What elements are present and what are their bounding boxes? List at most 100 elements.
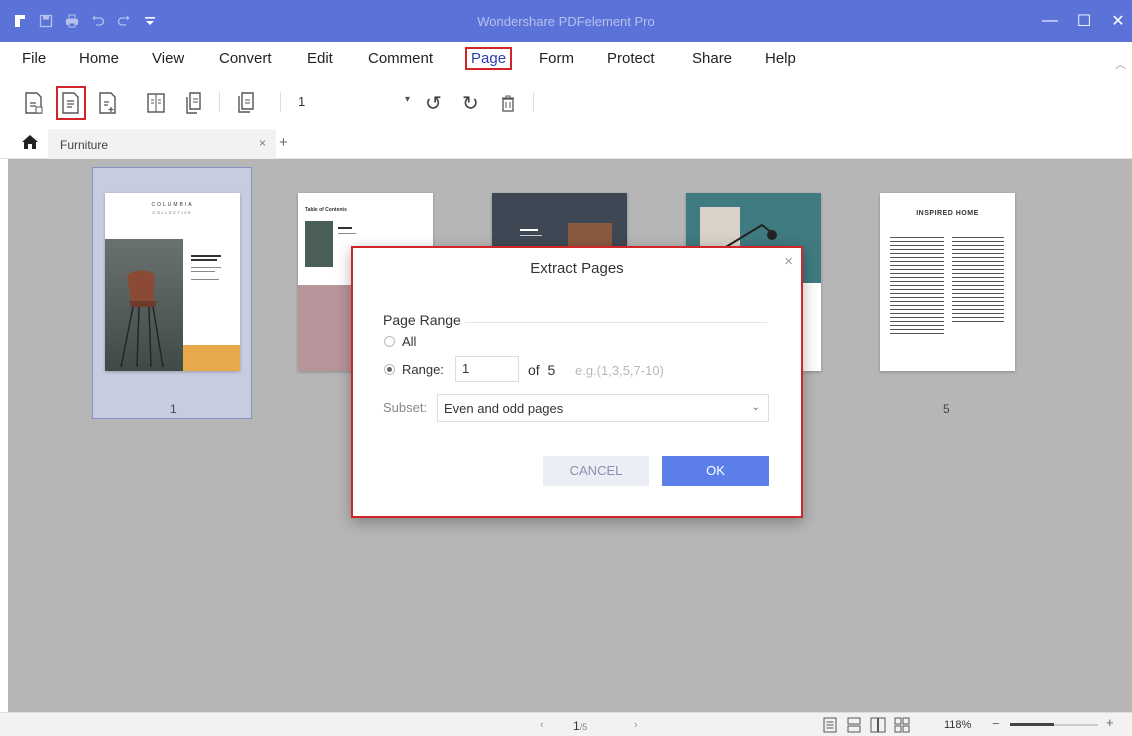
replace-page-icon[interactable] — [184, 91, 204, 115]
radio-range-label: Range: — [402, 362, 444, 377]
thumbnail-text-column — [890, 237, 944, 335]
app-logo-icon[interactable] — [12, 13, 28, 29]
thumbnail-text-line — [520, 235, 542, 236]
rotate-right-icon[interactable]: ↻ — [462, 91, 479, 116]
thumbnail-text-line — [191, 259, 217, 261]
subset-dropdown[interactable]: Even and odd pages ⌄ — [437, 394, 769, 422]
thumbnail-text-line — [191, 279, 219, 280]
thumbnail-subtitle: COLLECTIVE — [152, 210, 193, 215]
print-icon[interactable] — [64, 13, 80, 29]
menu-bar: File Home View Convert Edit Comment Page… — [0, 42, 1132, 78]
thumbnail-text-line — [338, 233, 356, 234]
undo-icon[interactable] — [90, 13, 106, 29]
thumbnail-text-line — [191, 267, 221, 268]
quick-access-toolbar — [0, 0, 158, 42]
extract-page-icon[interactable] — [56, 86, 86, 120]
thumbnail-text-line — [520, 229, 538, 231]
menu-file[interactable]: File — [22, 50, 46, 67]
dialog-title: Extract Pages — [530, 260, 624, 277]
total-pages: 5 — [547, 362, 556, 378]
extract-pages-dialog: Extract Pages × Page Range All Range: 1 … — [351, 246, 803, 518]
section-divider — [465, 322, 767, 323]
close-tab-icon[interactable]: × — [259, 136, 266, 150]
menu-form[interactable]: Form — [539, 50, 574, 67]
title-bar: Wondershare PDFelement Pro — ☐ ✕ — [0, 0, 1132, 42]
collapse-ribbon-icon[interactable]: ︿ — [1115, 56, 1126, 72]
of-total-label: of 5 — [528, 362, 555, 378]
menu-share[interactable]: Share — [692, 50, 732, 67]
menu-page[interactable]: Page — [465, 47, 513, 70]
save-icon[interactable] — [38, 13, 54, 29]
menu-home[interactable]: Home — [79, 50, 119, 67]
toolbar-separator — [533, 92, 534, 112]
delete-page-icon[interactable] — [498, 91, 514, 115]
single-page-view-icon[interactable] — [822, 717, 838, 733]
thumbnail-text-column — [952, 237, 1004, 323]
radio-all[interactable] — [384, 336, 395, 347]
rotate-left-icon[interactable]: ↺ — [425, 91, 442, 116]
next-page-icon[interactable]: › — [634, 719, 638, 731]
menu-edit[interactable]: Edit — [307, 50, 333, 67]
add-tab-icon[interactable]: + — [279, 134, 288, 151]
page-total: /5 — [579, 722, 588, 732]
window-controls: — ☐ ✕ — [1042, 0, 1126, 42]
subset-label: Subset: — [383, 400, 428, 415]
two-page-view-icon[interactable] — [870, 717, 886, 733]
page-indicator[interactable]: 1/5 — [573, 719, 587, 733]
tab-furniture[interactable]: Furniture × — [48, 129, 276, 159]
window-title: Wondershare PDFelement Pro — [477, 13, 655, 29]
zoom-in-button[interactable]: + — [1106, 715, 1114, 730]
chevron-down-icon: ⌄ — [751, 402, 760, 413]
thumbnail-view-icon[interactable] — [894, 717, 910, 733]
crop-page-icon[interactable] — [236, 91, 256, 115]
redo-icon[interactable] — [116, 13, 132, 29]
split-page-icon[interactable] — [146, 91, 166, 115]
thumbnail-title: COLUMBIA — [151, 202, 194, 208]
menu-convert[interactable]: Convert — [219, 50, 272, 67]
minimize-icon[interactable]: — — [1042, 12, 1058, 30]
page-toolbar: 1 ▾ ↺ ↻ — [0, 78, 1132, 126]
cancel-button[interactable]: CANCEL — [543, 456, 649, 486]
toolbar-separator — [280, 92, 281, 112]
app-window: Wondershare PDFelement Pro — ☐ ✕ File Ho… — [0, 0, 1132, 736]
maximize-icon[interactable]: ☐ — [1076, 11, 1092, 31]
accent-block — [183, 345, 240, 371]
dialog-close-icon[interactable]: × — [784, 253, 793, 270]
insert-blank-page-icon[interactable] — [98, 91, 118, 115]
thumbnail-text-line — [191, 271, 215, 272]
thumbnail-title: INSPIRED HOME — [916, 210, 979, 217]
close-icon[interactable]: ✕ — [1110, 11, 1126, 31]
current-page: 1 — [573, 719, 580, 733]
thumbnail-text-line — [191, 255, 221, 257]
menu-protect[interactable]: Protect — [607, 50, 655, 67]
menu-help[interactable]: Help — [765, 50, 796, 67]
chevron-down-icon: ▾ — [404, 94, 410, 105]
toolbar-separator — [219, 92, 220, 112]
zoom-level[interactable]: 118% — [944, 719, 971, 731]
ok-button[interactable]: OK — [662, 456, 769, 486]
thumbnail-title: Table of Contents — [305, 207, 347, 213]
range-example-hint: e.g.(1,3,5,7-10) — [575, 363, 664, 378]
menu-view[interactable]: View — [152, 50, 184, 67]
zoom-slider-fill — [1010, 723, 1054, 726]
prev-page-icon[interactable]: ‹ — [540, 719, 544, 731]
chair-photo — [105, 239, 183, 371]
page-range-heading: Page Range — [383, 312, 461, 328]
page-select-dropdown[interactable]: 1 ▾ — [296, 92, 412, 114]
home-icon[interactable] — [22, 135, 38, 149]
zoom-out-button[interactable]: − — [992, 716, 1000, 731]
radio-range[interactable] — [384, 364, 395, 375]
page-thumbnail-5[interactable]: INSPIRED HOME — [880, 193, 1015, 371]
document-tab-bar: Furniture × + — [0, 126, 1132, 159]
tab-label: Furniture — [60, 138, 109, 152]
insert-page-icon[interactable] — [24, 91, 44, 115]
menu-comment[interactable]: Comment — [368, 50, 433, 67]
range-input[interactable]: 1 — [455, 356, 519, 382]
page-number-label: 5 — [943, 402, 950, 416]
customize-icon[interactable] — [142, 13, 158, 29]
continuous-view-icon[interactable] — [846, 717, 862, 733]
page-number-label: 1 — [170, 402, 177, 416]
page-thumbnail-1[interactable]: COLUMBIA COLLECTIVE — [105, 193, 240, 371]
radio-all-label: All — [402, 334, 417, 349]
status-bar: ‹ 1/5 › 118% − + — [0, 712, 1132, 736]
